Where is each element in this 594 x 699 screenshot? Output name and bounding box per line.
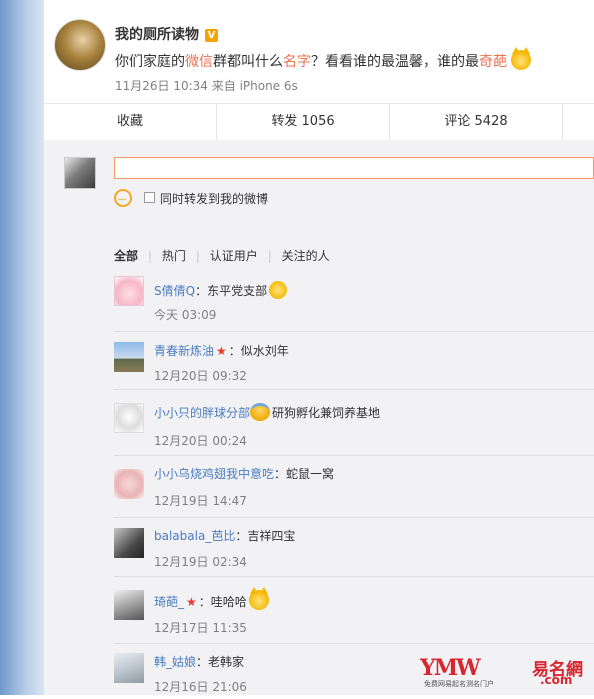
commenter-name[interactable]: 琦葩_	[154, 595, 184, 609]
comment-body: 小小只的胖球分部 研狗孵化兼饲养基地	[154, 403, 380, 421]
verified-badge-icon: V	[205, 29, 218, 42]
site-watermark-logo: YMW 易名網 .com 免费网易起名测名门户	[420, 655, 590, 691]
comment-item: 小小乌烧鸡翅我中意吃：蛇鼠一窝 12月19日 14:47	[114, 456, 594, 518]
post-meta: 11月26日 10:34 来自 iPhone 6s	[115, 79, 298, 93]
comment-time: 12月16日 21:06	[154, 680, 247, 694]
commenter-name[interactable]: 青春新炼油	[154, 344, 214, 358]
filter-hot[interactable]: 热门	[162, 249, 186, 263]
favorite-button[interactable]: 收藏	[44, 104, 217, 140]
cat-emoji-icon	[248, 587, 269, 610]
comment-text: ：哇哈哈	[198, 595, 247, 609]
commenter-avatar[interactable]	[114, 653, 144, 683]
star-badge-icon: ★	[216, 344, 227, 358]
post-text: 你们家庭的微信群都叫什么名字？看看谁的最温馨，谁的最奇葩	[115, 47, 532, 71]
author-name-text[interactable]: 我的厕所读物	[115, 27, 199, 43]
commenter-name[interactable]: S倩倩Q	[154, 284, 195, 298]
filter-following[interactable]: 关注的人	[282, 249, 330, 263]
author-name[interactable]: 我的厕所读物 V	[115, 24, 218, 44]
comment-time: 12月19日 02:34	[154, 555, 247, 569]
comment-body: 韩_姑娘：老韩家	[154, 653, 244, 670]
post-text-part: ？看看谁的最温馨，谁的最	[311, 54, 479, 70]
author-avatar[interactable]	[54, 19, 106, 71]
repost-checkbox-label[interactable]: 同时转发到我的微博	[160, 190, 268, 207]
star-badge-icon: ★	[186, 595, 197, 609]
comment-item: S倩倩Q：东平党支部 今天 03:09	[114, 276, 594, 332]
comment-time: 12月20日 09:32	[154, 369, 247, 383]
post-actions-bar: 收藏 转发 1056 评论 5428	[44, 103, 594, 141]
commenter-name[interactable]: 韩_姑娘	[154, 655, 196, 669]
commenter-avatar[interactable]	[114, 528, 144, 558]
comment-input[interactable]	[114, 157, 594, 179]
commenter-avatar[interactable]	[114, 403, 144, 433]
filter-verified[interactable]: 认证用户	[210, 249, 258, 263]
commenter-avatar[interactable]	[114, 590, 144, 620]
commenter-avatar[interactable]	[114, 276, 144, 306]
repost-checkbox[interactable]	[144, 192, 155, 203]
filter-divider: |	[148, 249, 153, 263]
watermark-main-text: YMW	[420, 655, 481, 681]
commenter-name[interactable]: 小小乌烧鸡翅我中意吃	[154, 467, 274, 481]
post-text-part: 你们家庭的	[115, 54, 185, 70]
post-link-mingzi[interactable]: 名字	[283, 54, 311, 70]
comment-time: 今天 03:09	[154, 308, 217, 322]
comment-text: ：老韩家	[196, 655, 245, 669]
comment-text: ：东平党支部	[195, 284, 268, 298]
cat-emoji-icon	[511, 47, 532, 70]
comment-item: 小小只的胖球分部 研狗孵化兼饲养基地 12月20日 00:24	[114, 390, 594, 456]
comment-button[interactable]: 评论 5428	[390, 104, 563, 140]
comment-time: 12月20日 00:24	[154, 434, 247, 448]
commenter-avatar[interactable]	[114, 469, 144, 499]
emoji-picker-icon[interactable]	[114, 189, 132, 207]
comment-item: 琦葩_ ★ ：哇哈哈 12月17日 11:35	[114, 577, 594, 644]
comment-body: 青春新炼油 ★ ：似水刘年	[154, 342, 289, 359]
weibo-post-card: 我的厕所读物 V 你们家庭的微信群都叫什么名字？看看谁的最温馨，谁的最奇葩 11月…	[44, 0, 594, 695]
watermark-com-text: .com	[540, 673, 573, 687]
laugh-emoji-icon	[269, 281, 288, 299]
post-link-weixin[interactable]: 微信	[185, 54, 213, 70]
comment-text: ：似水刘年	[228, 344, 289, 358]
filter-divider: |	[267, 249, 272, 263]
comment-time: 12月19日 14:47	[154, 494, 247, 508]
comment-body: 琦葩_ ★ ：哇哈哈	[154, 587, 269, 610]
comment-filter-tabs: 全部 | 热门 | 认证用户 | 关注的人	[114, 247, 336, 264]
post-link-qipa[interactable]: 奇葩	[479, 54, 507, 70]
comment-text: ：蛇鼠一窝	[274, 467, 335, 481]
comment-text: 研狗孵化兼饲养基地	[272, 406, 381, 420]
comment-item: 青春新炼油 ★ ：似水刘年 12月20日 09:32	[114, 332, 594, 390]
commenter-avatar[interactable]	[114, 342, 144, 372]
comment-text: ：吉祥四宝	[235, 529, 296, 543]
commenter-name[interactable]: balabala_芭比	[154, 529, 235, 543]
commenter-name[interactable]: 小小只的胖球分部	[154, 406, 250, 420]
repost-button[interactable]: 转发 1056	[217, 104, 390, 140]
comment-item: balabala_芭比：吉祥四宝 12月19日 02:34	[114, 518, 594, 577]
comment-body: S倩倩Q：东平党支部	[154, 281, 288, 299]
comment-body: 小小乌烧鸡翅我中意吃：蛇鼠一窝	[154, 465, 334, 482]
filter-divider: |	[195, 249, 200, 263]
comment-body: balabala_芭比：吉祥四宝	[154, 527, 295, 544]
post-text-part: 群都叫什么	[213, 54, 283, 70]
comment-time: 12月17日 11:35	[154, 621, 247, 635]
hug-emoji-icon	[250, 403, 271, 421]
current-user-avatar	[64, 157, 96, 189]
watermark-sub-text: 免费网易起名测名门户	[424, 680, 494, 688]
comment-section: 同时转发到我的微博 全部 | 热门 | 认证用户 | 关注的人 S倩倩Q：东平党支部 …	[44, 140, 594, 695]
page-background-left	[0, 0, 44, 695]
filter-all[interactable]: 全部	[114, 249, 138, 263]
